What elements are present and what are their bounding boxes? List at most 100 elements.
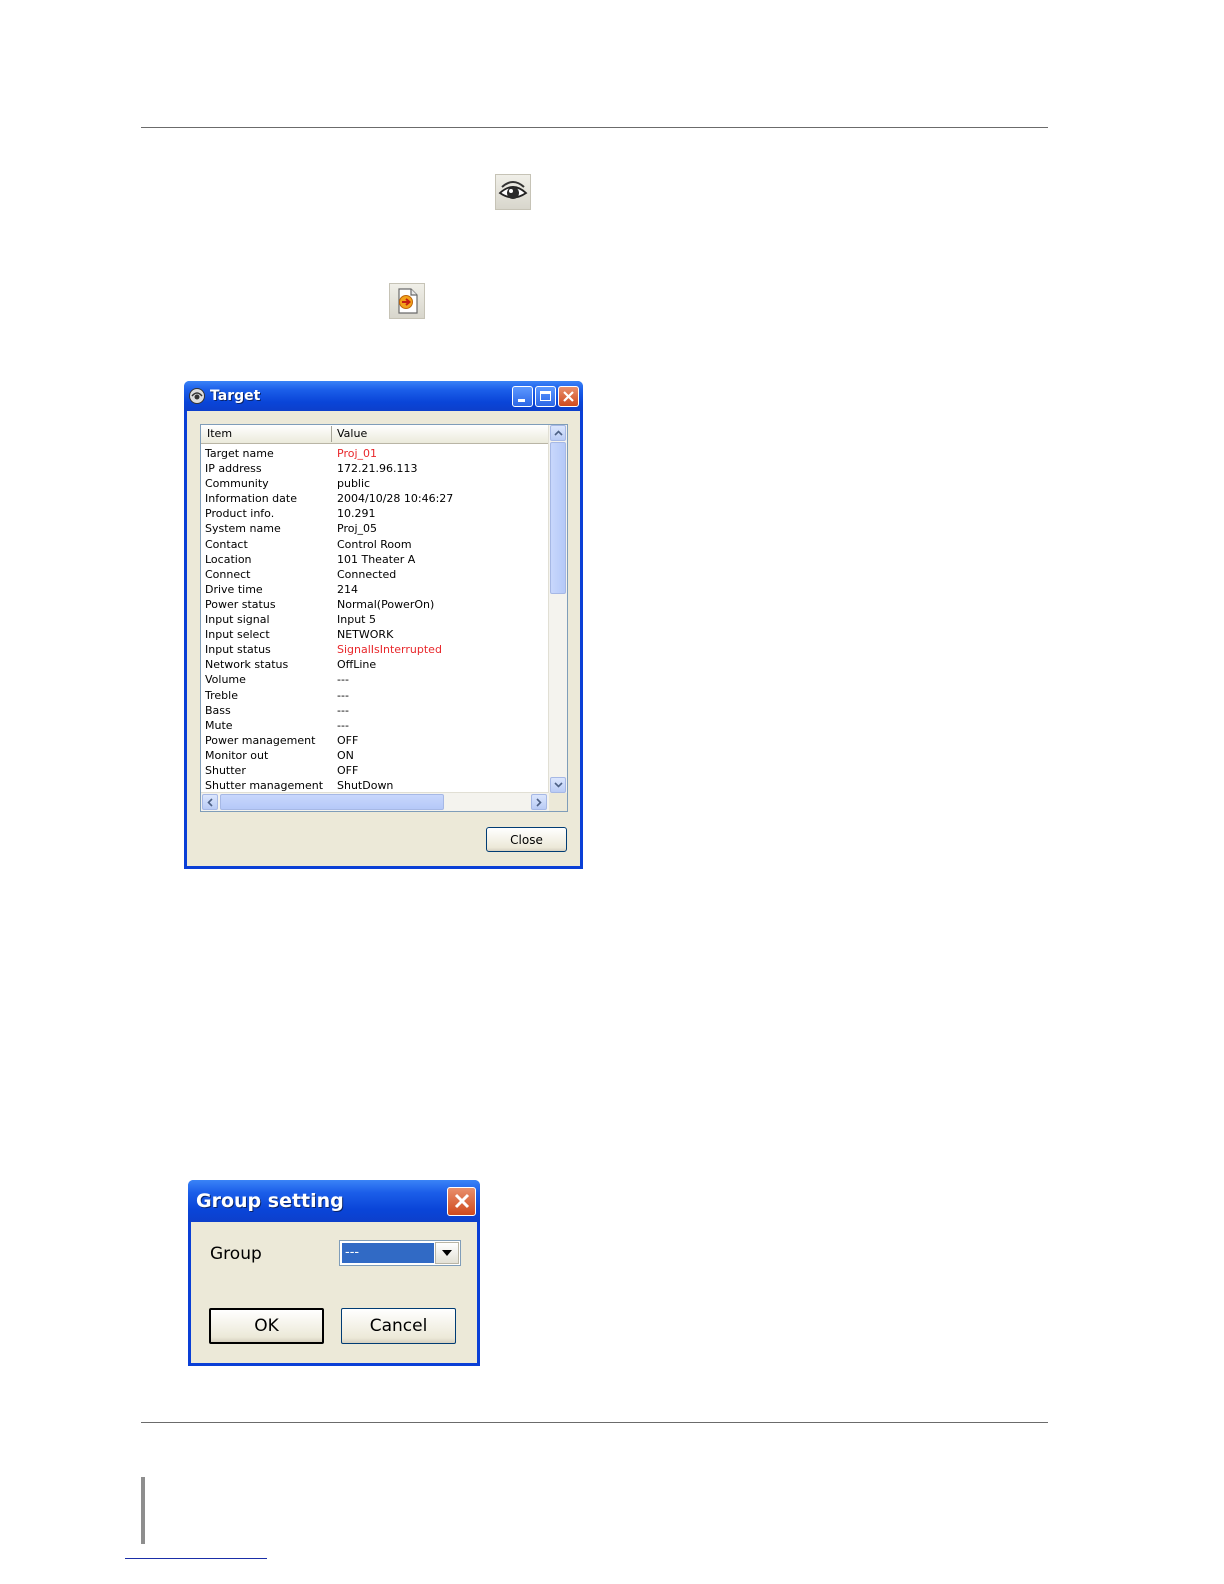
list-item[interactable]: Bass --- — [201, 703, 549, 718]
list-item-value: 214 — [337, 582, 358, 596]
list-item-name: Power status — [205, 597, 276, 611]
dropdown-arrow-icon — [442, 1250, 452, 1256]
list-item-value: ShutDown — [337, 779, 394, 793]
list-item-name: Treble — [205, 688, 238, 702]
column-separator[interactable] — [331, 426, 332, 442]
list-item-value: 2004/10/28 10:46:27 — [337, 492, 454, 506]
vertical-scrollbar[interactable] — [548, 425, 567, 793]
list-item[interactable]: Drive time 214 — [201, 582, 549, 597]
list-header: Item Value — [201, 425, 549, 444]
list-item[interactable]: Power status Normal(PowerOn) — [201, 597, 549, 612]
list-item-value: Control Room — [337, 537, 412, 551]
list-item-name: Information date — [205, 492, 297, 506]
scroll-left-button[interactable] — [202, 794, 218, 810]
cancel-button[interactable]: Cancel — [341, 1308, 456, 1344]
bottom-rule — [141, 1422, 1048, 1423]
list-item-name: Location — [205, 552, 252, 566]
horizontal-scrollbar[interactable] — [201, 792, 549, 811]
list-item-name: IP address — [205, 462, 262, 476]
list-item[interactable]: Product info. 10.291 — [201, 506, 549, 521]
vertical-scroll-thumb[interactable] — [550, 442, 566, 594]
maximize-icon — [540, 391, 551, 401]
list-item-value: 101 Theater A — [337, 552, 416, 566]
chevron-left-icon — [207, 797, 213, 807]
list-item[interactable]: Shutter management ShutDown — [201, 778, 549, 793]
group-select[interactable]: --- — [339, 1240, 461, 1266]
list-item-name: Input signal — [205, 613, 270, 627]
target-title-bar[interactable]: Target — [184, 381, 583, 411]
list-item-value: OFF — [337, 733, 359, 747]
group-setting-dialog: Group setting Group --- OK Cancel — [188, 1180, 480, 1366]
page-side-bar — [141, 1477, 145, 1544]
group-label: Group — [210, 1244, 262, 1264]
list-item-value: --- — [337, 688, 349, 702]
list-item-value: --- — [337, 673, 349, 687]
horizontal-scroll-thumb[interactable] — [220, 794, 444, 810]
eye-icon[interactable] — [495, 174, 531, 210]
maximize-button[interactable] — [535, 385, 556, 407]
list-item-value: 172.21.96.113 — [337, 462, 418, 476]
list-item[interactable]: Contact Control Room — [201, 537, 549, 552]
list-item[interactable]: Treble --- — [201, 688, 549, 703]
list-item-name: Input select — [205, 628, 270, 642]
scroll-right-button[interactable] — [531, 794, 547, 810]
target-window-body: Item Value Target name Proj_01 IP address 1… — [187, 411, 580, 866]
group-dialog-title-bar[interactable]: Group setting — [188, 1180, 480, 1222]
document-arrow-icon[interactable] — [389, 283, 425, 319]
list-item-value: Proj_05 — [337, 522, 378, 536]
list-item-name: Shutter management — [205, 779, 324, 793]
list-item-name: Network status — [205, 658, 289, 672]
list-item[interactable]: IP address 172.21.96.113 — [201, 461, 549, 476]
list-item-name: Target name — [205, 447, 274, 460]
list-item[interactable]: Shutter OFF — [201, 763, 549, 778]
scroll-down-button[interactable] — [550, 777, 566, 793]
list-item[interactable]: Volume --- — [201, 672, 549, 687]
scroll-up-button[interactable] — [550, 425, 566, 441]
close-button[interactable]: Close — [486, 827, 567, 852]
list-item[interactable]: Information date 2004/10/28 10:46:27 — [201, 491, 549, 506]
list-item-name: Volume — [205, 673, 246, 687]
list-item[interactable]: Input signal Input 5 — [201, 612, 549, 627]
minimize-button[interactable] — [512, 385, 533, 407]
column-header-value[interactable]: Value — [337, 427, 367, 440]
list-item-name: Community — [205, 477, 269, 491]
chevron-right-icon — [536, 797, 542, 807]
list-item-name: System name — [205, 522, 281, 536]
list-item-name: Product info. — [205, 507, 275, 521]
list-item[interactable]: Input status SignalIsInterrupted — [201, 642, 549, 657]
minimize-icon — [518, 398, 525, 402]
list-rows: Target name Proj_01 IP address 172.21.96.11… — [201, 446, 549, 793]
list-item[interactable]: Connect Connected — [201, 567, 549, 582]
list-item-name: Power management — [205, 733, 316, 747]
group-select-value: --- — [342, 1243, 434, 1263]
scrollbar-corner — [549, 793, 567, 811]
group-dialog-body: Group --- OK Cancel — [191, 1222, 477, 1363]
footer-link-underline — [125, 1558, 267, 1559]
list-item-value: Proj_01 — [337, 447, 378, 460]
close-window-button[interactable] — [558, 385, 579, 407]
list-item-value: --- — [337, 718, 349, 732]
list-item[interactable]: Monitor out ON — [201, 748, 549, 763]
list-item-name: Monitor out — [205, 748, 269, 762]
list-item[interactable]: Target name Proj_01 — [201, 446, 549, 461]
list-item[interactable]: Network status OffLine — [201, 657, 549, 672]
list-item[interactable]: Mute --- — [201, 718, 549, 733]
list-item[interactable]: Power management OFF — [201, 733, 549, 748]
list-item-name: Contact — [205, 537, 248, 551]
chevron-up-icon — [553, 430, 563, 436]
group-select-dropdown-button[interactable] — [435, 1242, 459, 1264]
column-header-item[interactable]: Item — [207, 427, 232, 440]
list-item-value: Input 5 — [337, 613, 376, 627]
list-item-name: Connect — [205, 567, 251, 581]
list-item[interactable]: Community public — [201, 476, 549, 491]
list-item[interactable]: System name Proj_05 — [201, 521, 549, 536]
target-info-list[interactable]: Item Value Target name Proj_01 IP address 1… — [200, 424, 568, 812]
ok-button[interactable]: OK — [209, 1308, 324, 1344]
list-item[interactable]: Location 101 Theater A — [201, 552, 549, 567]
group-dialog-close-button[interactable] — [447, 1186, 476, 1216]
list-item-name: Mute — [205, 718, 233, 732]
list-item-value: --- — [337, 703, 349, 717]
app-icon — [189, 388, 205, 404]
list-item[interactable]: Input select NETWORK — [201, 627, 549, 642]
list-item-value: ON — [337, 748, 354, 762]
